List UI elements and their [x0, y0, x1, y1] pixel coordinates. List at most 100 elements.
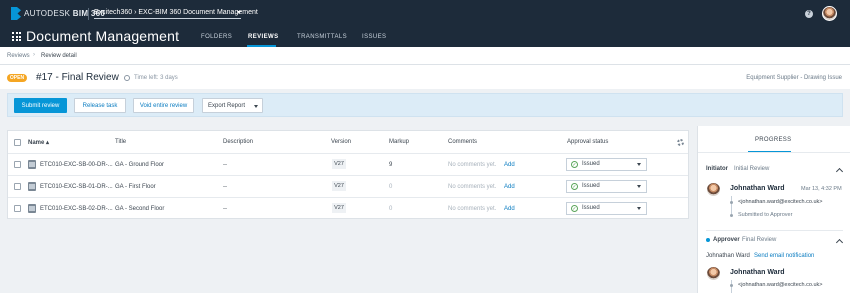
help-icon[interactable]: ?: [805, 10, 813, 18]
approval-status-select[interactable]: ✓ Issued: [566, 202, 647, 215]
file-title: GA - Second Floor: [115, 206, 165, 212]
workflow-name: Equipment Supplier - Drawing Issue: [746, 75, 842, 81]
file-name[interactable]: ETC010-EXC-SB-00-DR-...: [40, 162, 113, 168]
file-name[interactable]: ETC010-EXC-SB-02-DR-...: [40, 206, 113, 212]
chevron-right-icon: ›: [33, 52, 35, 58]
column-header-title[interactable]: Title: [115, 139, 126, 145]
timeline-dot: [730, 214, 733, 217]
version-badge[interactable]: V27: [332, 203, 346, 213]
divider: [706, 230, 843, 231]
avatar: [706, 266, 721, 281]
tab-folders[interactable]: FOLDERS: [201, 34, 232, 40]
current-step-indicator: [706, 238, 710, 242]
column-header-description[interactable]: Description: [223, 139, 253, 145]
table-row[interactable]: ETC010-EXC-SB-01-DR-... GA - First Floor…: [8, 175, 688, 197]
breadcrumb: Reviews › Review detail: [0, 47, 850, 65]
tab-reviews[interactable]: REVIEWS: [248, 34, 278, 40]
documents-table: Name ▴ Title Description Version Markup …: [7, 130, 689, 219]
divider: [88, 8, 89, 20]
send-email-notification-link[interactable]: Send email notification: [754, 253, 814, 259]
divider: [698, 152, 850, 153]
file-name[interactable]: ETC010-EXC-SB-01-DR-...: [40, 184, 113, 190]
version-badge[interactable]: V27: [332, 159, 346, 169]
approval-status-select[interactable]: ✓ Issued: [566, 180, 647, 193]
action-bar: Submit review Release task Void entire r…: [7, 93, 843, 117]
export-report-button[interactable]: Export Report: [202, 98, 263, 113]
table-row[interactable]: ETC010-EXC-SB-00-DR-... GA - Ground Floo…: [8, 153, 688, 175]
tab-transmittals[interactable]: TRANSMITTALS: [297, 34, 347, 40]
gear-icon[interactable]: [677, 139, 684, 146]
initiator-step: Initial Review: [734, 166, 770, 172]
brand-name: AUTODESK BIM 360: [24, 9, 106, 18]
chevron-down-icon: [254, 105, 258, 108]
submit-review-button[interactable]: Submit review: [14, 98, 67, 113]
chevron-up-icon[interactable]: [835, 238, 844, 247]
version-badge[interactable]: V27: [332, 181, 346, 191]
export-report-label: Export Report: [208, 103, 246, 109]
markup-count: 0: [389, 184, 393, 190]
select-all-checkbox[interactable]: [14, 139, 21, 146]
approval-status-value: Issued: [582, 183, 600, 189]
add-comment-link[interactable]: Add: [504, 206, 515, 212]
void-review-button[interactable]: Void entire review: [133, 98, 194, 113]
column-header-version[interactable]: Version: [331, 139, 351, 145]
project-selector-underline: [94, 18, 241, 19]
app-grid-icon[interactable]: [12, 32, 21, 41]
release-task-button[interactable]: Release task: [74, 98, 126, 113]
avatar: [706, 182, 721, 197]
bim360-logo-icon: [11, 7, 21, 20]
chevron-up-icon[interactable]: [835, 167, 844, 176]
chevron-down-icon: [637, 207, 641, 210]
breadcrumb-current: Review detail: [41, 53, 77, 59]
review-title: #17 - Final Review: [36, 72, 119, 83]
page-title: Document Management: [26, 28, 180, 44]
file-description: --: [223, 162, 227, 168]
progress-panel: PROGRESS Initiator Initial Review Johnat…: [697, 126, 850, 293]
tab-progress[interactable]: PROGRESS: [755, 137, 791, 143]
app-header: Document Management FOLDERS REVIEWS TRAN…: [0, 27, 850, 47]
user-avatar[interactable]: [822, 6, 837, 21]
approval-status-value: Issued: [582, 205, 600, 211]
column-header-comments[interactable]: Comments: [448, 139, 477, 145]
approver-assignee: Johnathan Ward: [706, 253, 750, 259]
timeline-dot: [730, 201, 733, 204]
review-title-bar: OPEN #17 - Final Review Time left: 3 day…: [0, 65, 850, 89]
chevron-down-icon: [637, 185, 641, 188]
column-header-markup[interactable]: Markup: [389, 139, 409, 145]
file-description: --: [223, 184, 227, 190]
top-bar: AUTODESK BIM 360 Excitech360 › EXC-BIM 3…: [0, 0, 850, 27]
timeline-line: [731, 196, 732, 214]
markup-count: 0: [389, 206, 393, 212]
column-header-name[interactable]: Name ▴: [28, 139, 49, 146]
file-title: GA - Ground Floor: [115, 162, 165, 168]
add-comment-link[interactable]: Add: [504, 184, 515, 190]
document-icon: [28, 160, 36, 169]
check-circle-icon: ✓: [571, 183, 578, 190]
approver-name: Johnathan Ward: [730, 269, 785, 276]
breadcrumb-reviews-link[interactable]: Reviews: [7, 53, 30, 59]
chevron-down-icon[interactable]: [237, 11, 241, 14]
name-header-label: Name: [28, 140, 45, 146]
approver-role: Approver: [713, 237, 740, 243]
approver-email: <johnathan.ward@excitech.co.uk>: [738, 282, 823, 288]
approver-step: Final Review: [742, 237, 777, 243]
comments-text: No comments yet.: [448, 162, 497, 168]
document-icon: [28, 204, 36, 213]
project-selector[interactable]: Excitech360 › EXC-BIM 360 Document Manag…: [94, 9, 258, 16]
tab-issues[interactable]: ISSUES: [362, 34, 386, 40]
table-row[interactable]: ETC010-EXC-SB-02-DR-... GA - Second Floo…: [8, 197, 688, 219]
time-left: Time left: 3 days: [134, 75, 178, 81]
clock-icon: [124, 75, 130, 81]
comments-text: No comments yet.: [448, 184, 497, 190]
document-icon: [28, 182, 36, 191]
initiator-date: Mar 13, 4:32 PM: [801, 186, 842, 192]
approval-status-select[interactable]: ✓ Issued: [566, 158, 647, 171]
sort-ascending-icon: ▴: [46, 140, 50, 146]
initiator-name: Johnathan Ward: [730, 185, 785, 192]
row-checkbox[interactable]: [14, 205, 21, 212]
row-checkbox[interactable]: [14, 183, 21, 190]
column-header-approval-status[interactable]: Approval status: [567, 139, 608, 145]
check-circle-icon: ✓: [571, 205, 578, 212]
add-comment-link[interactable]: Add: [504, 162, 515, 168]
row-checkbox[interactable]: [14, 161, 21, 168]
